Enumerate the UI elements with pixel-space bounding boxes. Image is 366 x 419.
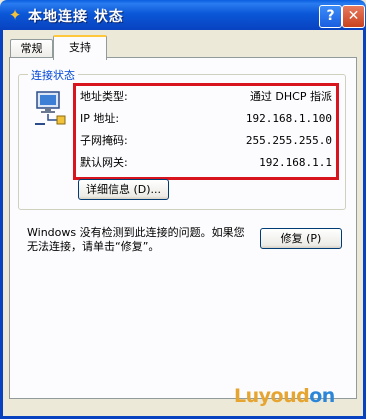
info-row-default-gateway: 默认网关: 192.168.1.1 — [80, 154, 332, 172]
watermark-part1: Luyoud — [234, 385, 310, 407]
details-button[interactable]: 详细信息 (D)... — [78, 179, 169, 200]
info-row-ip-address: IP 地址: 192.168.1.100 — [80, 110, 332, 128]
tab-general[interactable]: 常规 — [10, 39, 53, 58]
address-type-value: 通过 DHCP 指派 — [249, 90, 332, 103]
site-watermark: Luyoudu.on — [234, 385, 335, 407]
group-label: 连接状态 — [28, 67, 78, 83]
window-frame-left — [0, 30, 3, 419]
subnet-mask-value: 255.255.255.0 — [245, 134, 332, 147]
address-type-label: 地址类型: — [80, 90, 128, 103]
tab-support[interactable]: 支持 — [53, 35, 107, 60]
default-gateway-value: 192.168.1.1 — [259, 156, 332, 169]
network-star-icon: ✦ — [8, 6, 22, 24]
default-gateway-label: 默认网关: — [80, 156, 128, 169]
diagnostic-message: Windows 没有检测到此连接的问题。如果您无法连接，请单击“修复”。 — [27, 226, 245, 253]
window-title: 本地连接 状态 — [28, 9, 124, 25]
repair-button[interactable]: 修复 (P) — [260, 228, 342, 249]
subnet-mask-label: 子网掩码: — [80, 134, 128, 147]
help-button[interactable]: ? — [319, 5, 342, 28]
info-row-subnet-mask: 子网掩码: 255.255.255.0 — [80, 132, 332, 150]
info-row-address-type: 地址类型: 通过 DHCP 指派 — [80, 88, 332, 106]
ip-address-label: IP 地址: — [80, 112, 120, 125]
connection-info-box: 地址类型: 通过 DHCP 指派 IP 地址: 192.168.1.100 子网… — [73, 83, 339, 180]
watermark-part2: on — [309, 385, 335, 407]
close-button[interactable]: ✕ — [342, 5, 365, 28]
ip-address-value: 192.168.1.100 — [245, 112, 332, 125]
network-connection-icon — [35, 91, 66, 125]
title-bar[interactable]: ✦ 本地连接 状态 ? ✕ — [0, 0, 366, 30]
